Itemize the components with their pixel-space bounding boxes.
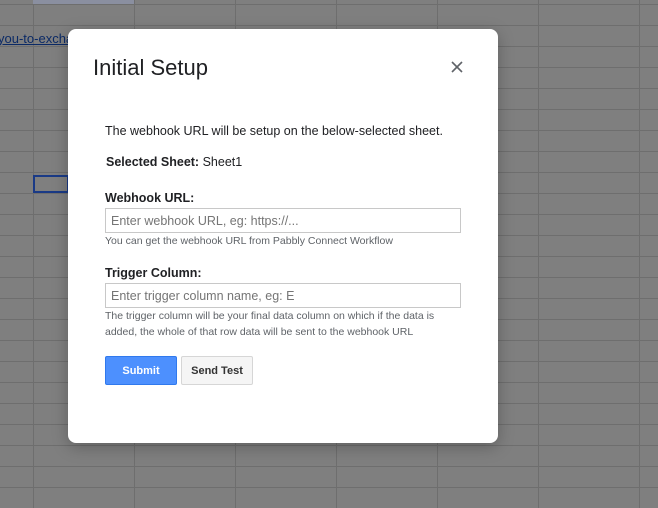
intro-text: The webhook URL will be setup on the bel… bbox=[105, 124, 443, 138]
cell-hyperlink: you-to-excha bbox=[0, 31, 74, 46]
trigger-column-help: The trigger column will be your final da… bbox=[105, 310, 435, 338]
close-button[interactable] bbox=[447, 57, 467, 77]
send-test-button[interactable]: Send Test bbox=[181, 356, 253, 385]
webhook-url-help: You can get the webhook URL from Pabbly … bbox=[105, 235, 393, 247]
close-icon bbox=[451, 61, 463, 73]
trigger-column-input[interactable] bbox=[105, 283, 461, 308]
submit-button[interactable]: Submit bbox=[105, 356, 177, 385]
selected-sheet-row: Selected Sheet: Sheet1 bbox=[106, 155, 242, 169]
selected-sheet-value: Sheet1 bbox=[202, 155, 243, 169]
selected-cell bbox=[33, 175, 69, 193]
selected-sheet-label: Selected Sheet: bbox=[106, 155, 200, 169]
webhook-url-input[interactable] bbox=[105, 208, 461, 233]
dialog-title: Initial Setup bbox=[93, 55, 208, 80]
webhook-url-label: Webhook URL: bbox=[105, 191, 195, 205]
initial-setup-dialog: Initial Setup The webhook URL will be se… bbox=[68, 29, 498, 443]
trigger-column-label: Trigger Column: bbox=[105, 266, 202, 280]
column-header-highlight bbox=[33, 0, 134, 4]
